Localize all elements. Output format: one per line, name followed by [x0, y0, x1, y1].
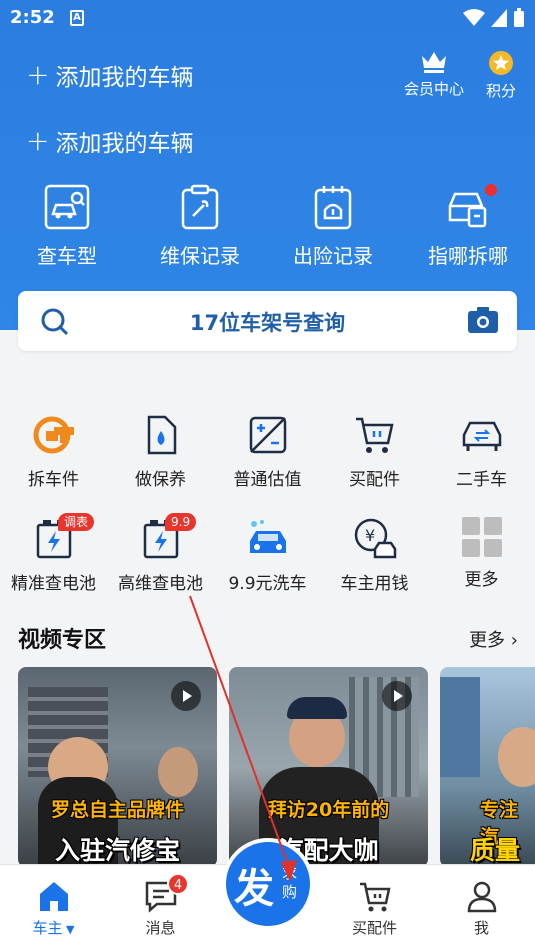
- crown-icon: [422, 52, 446, 73]
- quick-tools: 查车型 维保记录 出险记录 指哪拆哪: [0, 180, 535, 270]
- svg-text:¥: ¥: [365, 526, 375, 545]
- tool-accident-record[interactable]: 出险记录: [268, 180, 398, 269]
- video-section-header: 视频专区 更多 ›: [18, 622, 518, 654]
- tool-label: 维保记录: [160, 244, 240, 268]
- vin-search-placeholder: 17位车架号查询: [189, 311, 346, 335]
- video-more-label: 更多: [469, 630, 506, 651]
- car-wash-icon: [249, 520, 286, 553]
- message-count-badge: 4: [167, 873, 189, 895]
- plus-icon: +: [26, 124, 50, 157]
- accident-record-icon: [314, 186, 352, 230]
- tab-messages[interactable]: 4 消息: [107, 873, 214, 938]
- grid-item-dismantle-parts[interactable]: 拆车件: [0, 413, 107, 490]
- tool-label: 出险记录: [293, 244, 373, 268]
- video-caption-bottom: 入驻汽修宝: [54, 836, 180, 865]
- grid-item-label: 9.9元洗车: [228, 574, 307, 594]
- tool-label: 指哪拆哪: [428, 244, 508, 268]
- grid-item-used-car[interactable]: 二手车: [428, 413, 535, 490]
- home-icon: [39, 882, 68, 911]
- add-vehicle-button-2[interactable]: + 添加我的车辆: [26, 124, 193, 158]
- wifi-icon: [463, 9, 485, 26]
- maintenance-clipboard-icon: [181, 184, 219, 230]
- grid-item-label: 拆车件: [28, 470, 79, 490]
- tab-me[interactable]: 我: [428, 879, 535, 938]
- video-caption-top: 罗总自主品牌件: [50, 799, 184, 821]
- post-request-button[interactable]: 发 求购: [222, 838, 314, 930]
- car-search-icon: [44, 184, 90, 230]
- vin-search-bar[interactable]: 17位车架号查询: [18, 291, 517, 351]
- vip-center-label: 会员中心: [403, 80, 464, 98]
- grid-item-label: 买配件: [349, 470, 400, 490]
- a-notification-icon: A: [70, 10, 84, 26]
- new-dot-badge: [485, 184, 497, 196]
- video-card-3[interactable]: 专注汽 质量有: [440, 667, 535, 867]
- points-label: 积分: [485, 82, 516, 100]
- vip-center-button[interactable]: 会员中心: [402, 50, 466, 99]
- header-panel: 2:52 A + 添加我的车辆 + 添加我的车辆 会员中心 积分 查车型 维保记…: [0, 0, 535, 330]
- grid-item-valuation[interactable]: 普通估值: [214, 413, 321, 490]
- grid-item-precise-battery[interactable]: 调表 精准查电池: [0, 513, 107, 594]
- grid-item-owner-loan[interactable]: ¥ 车主用钱: [321, 517, 428, 594]
- play-icon: [382, 681, 412, 711]
- tab-messages-label: 消息: [145, 919, 176, 937]
- battery-status-icon: [514, 8, 524, 27]
- status-bar: 2:52 A: [0, 0, 535, 36]
- fab-sub-label: 求购: [282, 864, 298, 901]
- grid-item-label: 精准查电池: [11, 574, 96, 594]
- tab-home[interactable]: 车主 ▼: [0, 879, 107, 938]
- add-vehicle-label: 添加我的车辆: [55, 131, 194, 157]
- grid-item-label: 车主用钱: [340, 574, 409, 594]
- add-vehicle-label: 添加我的车辆: [55, 65, 194, 91]
- dismantle-parts-icon: [33, 416, 74, 454]
- cart-icon: [359, 882, 391, 912]
- grid-item-label: 做保养: [135, 470, 186, 490]
- video-card-2[interactable]: 拜访20年前的 汽配大咖: [229, 667, 428, 867]
- grid-item-car-wash[interactable]: 9.9元洗车: [214, 517, 321, 594]
- grid-item-label: 更多: [464, 570, 499, 590]
- points-button[interactable]: 积分: [482, 50, 520, 101]
- camera-icon[interactable]: [467, 305, 499, 335]
- tab-buy-parts[interactable]: 买配件: [321, 879, 428, 938]
- video-caption-bottom: 质量有: [470, 836, 521, 865]
- grid-item-label: 高维查电池: [118, 574, 203, 594]
- tab-buy-parts-label: 买配件: [351, 919, 397, 937]
- fab-main-label: 发: [234, 866, 274, 912]
- more-grid-icon: [461, 517, 502, 557]
- tab-home-label: 车主: [32, 919, 63, 937]
- status-time: 2:52: [10, 7, 55, 28]
- grid-item-label: 普通估值: [233, 470, 302, 490]
- grid-item-label: 二手车: [456, 470, 507, 490]
- tool-label: 查车型: [37, 244, 97, 268]
- video-caption-top: 拜访20年前的: [267, 799, 390, 821]
- video-card-1[interactable]: 罗总自主品牌件 入驻汽修宝: [18, 667, 217, 867]
- badge-label: 9.9: [165, 513, 197, 531]
- plus-icon: +: [26, 58, 50, 91]
- grid-item-more[interactable]: 更多: [428, 517, 535, 590]
- signal-icon: [491, 9, 507, 27]
- grid-item-maintenance[interactable]: 做保养: [107, 413, 214, 490]
- tool-maintenance-record[interactable]: 维保记录: [135, 180, 265, 269]
- tool-car-repair[interactable]: 指哪拆哪: [403, 180, 533, 269]
- caret-down-icon: ▼: [62, 923, 75, 936]
- star-coin-icon: [489, 51, 513, 75]
- oil-maintenance-icon: [147, 415, 176, 455]
- chevron-right-icon: ›: [510, 630, 518, 651]
- valuation-icon: [249, 416, 286, 454]
- add-vehicle-button-1[interactable]: + 添加我的车辆: [26, 58, 193, 92]
- play-icon: [171, 681, 201, 711]
- badge-label: 调表: [58, 513, 95, 531]
- loan-icon: ¥: [354, 518, 396, 559]
- video-section-title: 视频专区: [18, 628, 107, 653]
- tab-me-label: 我: [473, 919, 489, 937]
- cart-icon: [355, 417, 394, 453]
- status-icons: [463, 8, 525, 28]
- user-icon: [467, 881, 496, 913]
- tool-car-model[interactable]: 查车型: [2, 180, 132, 269]
- grid-item-hd-battery[interactable]: 9.9 高维查电池: [107, 513, 214, 594]
- video-more-link[interactable]: 更多 ›: [469, 626, 518, 652]
- grid-item-buy-parts[interactable]: 买配件: [321, 413, 428, 490]
- used-car-icon: [462, 421, 501, 451]
